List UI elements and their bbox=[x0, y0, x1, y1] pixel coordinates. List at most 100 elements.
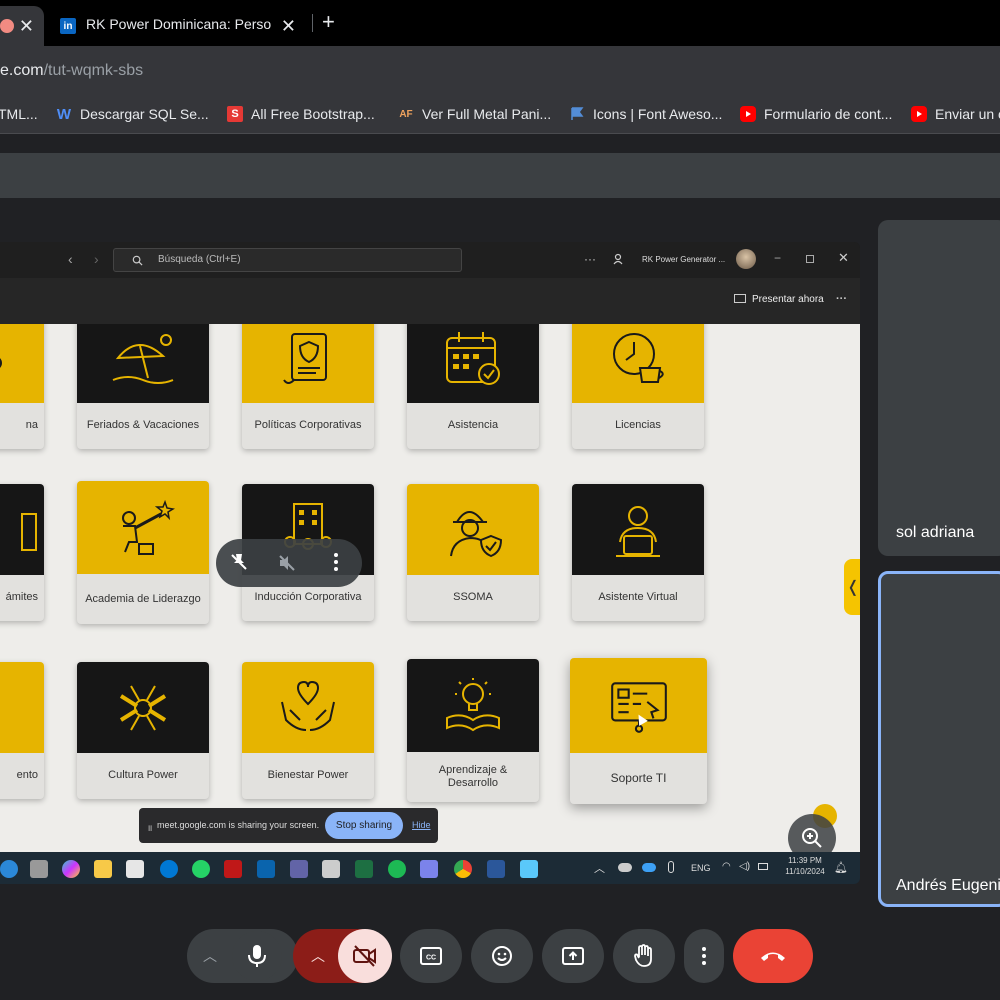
card-politicas[interactable]: Políticas Corporativas bbox=[242, 324, 374, 449]
card-aprendizaje[interactable]: Aprendizaje & Desarrollo bbox=[407, 659, 539, 802]
card-label: ento bbox=[16, 769, 38, 781]
participant-name: sol adriana bbox=[896, 524, 975, 541]
taskbar-app-icon[interactable] bbox=[160, 860, 178, 878]
svg-text:CC: CC bbox=[426, 955, 436, 962]
bookmark-formulario[interactable]: Formulario de cont... bbox=[740, 106, 892, 122]
teams-icon[interactable] bbox=[290, 860, 308, 878]
captions-button[interactable]: CC bbox=[400, 929, 462, 983]
more-vert-icon[interactable] bbox=[334, 552, 338, 572]
account-name[interactable]: RK Power Generator ... bbox=[642, 255, 725, 264]
card-label: Licencias bbox=[615, 419, 661, 431]
card-cultura[interactable]: Cultura Power bbox=[77, 662, 209, 799]
participant-tile-andres[interactable]: Andrés Eugeni bbox=[878, 571, 1000, 907]
people-icon[interactable] bbox=[612, 252, 626, 271]
zoom-in-icon bbox=[802, 828, 822, 848]
bookmark-enviar[interactable]: Enviar un c bbox=[911, 106, 1000, 122]
raise-hand-button[interactable] bbox=[613, 929, 675, 983]
outlook-icon[interactable] bbox=[257, 860, 275, 878]
hide-link[interactable]: Hide bbox=[412, 820, 431, 830]
audio-options-button[interactable]: ︿ bbox=[203, 946, 217, 966]
taskbar-app-icon[interactable] bbox=[322, 860, 340, 878]
copilot-icon[interactable] bbox=[62, 860, 80, 878]
more-icon[interactable]: ··· bbox=[836, 293, 847, 305]
back-arrow-icon[interactable]: ‹ bbox=[68, 251, 73, 267]
meet-top-strip bbox=[0, 153, 1000, 198]
bookmark-bootstrap[interactable]: S All Free Bootstrap... bbox=[227, 106, 375, 122]
reactions-button[interactable] bbox=[471, 929, 533, 983]
more-options-button[interactable] bbox=[684, 929, 724, 983]
card-bienestar[interactable]: Bienestar Power bbox=[242, 662, 374, 799]
end-call-button[interactable] bbox=[733, 929, 813, 983]
portal-content: na Feriados & Vacaciones Políticas Corpo… bbox=[0, 324, 860, 852]
bookmark-label: Icons | Font Aweso... bbox=[593, 106, 723, 122]
card-partial-row2[interactable]: ámites bbox=[0, 484, 44, 621]
raise-hand-icon bbox=[634, 944, 652, 967]
bookmark-fontawesome[interactable]: Icons | Font Aweso... bbox=[569, 106, 722, 122]
onedrive-icon[interactable] bbox=[642, 863, 656, 872]
folder-icon[interactable] bbox=[94, 860, 112, 878]
excel-icon[interactable] bbox=[355, 860, 373, 878]
taskbar-app-icon[interactable] bbox=[0, 860, 18, 878]
taskbar-app-icon[interactable] bbox=[30, 860, 48, 878]
minimize-icon[interactable]: − bbox=[774, 251, 781, 265]
card-ssoma[interactable]: SSOMA bbox=[407, 484, 539, 621]
generic-icon bbox=[21, 513, 37, 551]
recording-icon bbox=[0, 19, 14, 33]
store-icon[interactable] bbox=[126, 860, 144, 878]
card-academia[interactable]: Academia de Liderazgo bbox=[77, 481, 209, 624]
card-asistencia[interactable]: Asistencia bbox=[407, 324, 539, 449]
bookmark-html[interactable]: TML... bbox=[0, 106, 38, 122]
microphone-icon bbox=[248, 945, 266, 967]
tab-linkedin[interactable]: in RK Power Dominicana: Persor ✕ bbox=[50, 6, 308, 46]
mcafee-icon[interactable] bbox=[224, 860, 242, 878]
taskbar-clock[interactable]: 11:39 PM 11/10/2024 bbox=[780, 856, 830, 876]
avatar[interactable] bbox=[736, 249, 756, 269]
new-tab-button[interactable]: + bbox=[322, 9, 335, 35]
microphone-icon[interactable] bbox=[668, 861, 674, 873]
mic-button[interactable] bbox=[232, 931, 282, 981]
whatsapp-icon[interactable] bbox=[192, 860, 210, 878]
camera-toggle-button[interactable] bbox=[338, 929, 392, 983]
teams-search-box[interactable]: Búsqueda (Ctrl+E) bbox=[113, 248, 462, 272]
chevron-up-icon[interactable]: ︿ bbox=[594, 860, 605, 876]
card-partial-row1[interactable]: na bbox=[0, 324, 44, 449]
bookmark-fullmetal[interactable]: AF Ver Full Metal Pani... bbox=[398, 106, 551, 122]
card-feriados[interactable]: Feriados & Vacaciones bbox=[77, 324, 209, 449]
card-licencias[interactable]: Licencias bbox=[572, 324, 704, 449]
volume-icon[interactable]: ◁) bbox=[739, 861, 750, 872]
shared-screen: ‹ › Búsqueda (Ctrl+E) ··· RK Power Gener… bbox=[0, 242, 860, 884]
word-icon[interactable] bbox=[487, 860, 505, 878]
mic-group: ︿ bbox=[187, 929, 298, 983]
card-image bbox=[77, 481, 209, 574]
address-bar[interactable]: e.com/tut-wqmk-sbs bbox=[0, 46, 1000, 98]
tab-meet[interactable]: ✕ bbox=[0, 6, 44, 46]
url-text[interactable]: e.com/tut-wqmk-sbs bbox=[0, 62, 143, 80]
participant-tile-sol[interactable]: sol adriana bbox=[878, 220, 1000, 556]
battery-icon[interactable] bbox=[758, 863, 768, 870]
stop-sharing-button[interactable]: Stop sharing bbox=[325, 812, 403, 839]
mute-icon[interactable] bbox=[277, 553, 297, 578]
language-indicator[interactable]: ENG bbox=[691, 863, 711, 873]
card-partial-row3[interactable]: ento bbox=[0, 662, 44, 799]
restore-icon[interactable] bbox=[806, 255, 814, 263]
close-icon[interactable]: ✕ bbox=[838, 250, 849, 266]
close-icon[interactable]: ✕ bbox=[19, 16, 34, 37]
side-panel-handle[interactable]: ❬ bbox=[844, 559, 860, 615]
more-icon[interactable]: ··· bbox=[584, 252, 596, 266]
spotify-icon[interactable] bbox=[388, 860, 406, 878]
card-soporte[interactable]: Soporte TI bbox=[570, 658, 707, 804]
unpin-icon[interactable] bbox=[229, 552, 249, 577]
present-now-button[interactable]: Presentar ahora bbox=[752, 294, 824, 305]
bookmark-sql[interactable]: W Descargar SQL Se... bbox=[56, 106, 209, 123]
cloud-icon[interactable] bbox=[618, 863, 632, 872]
present-button[interactable] bbox=[542, 929, 604, 983]
notification-bell-icon[interactable]: 🔔︎ bbox=[834, 861, 848, 874]
teams-icon[interactable] bbox=[420, 860, 438, 878]
wifi-icon[interactable]: ◠ bbox=[722, 861, 731, 872]
notepad-icon[interactable] bbox=[520, 860, 538, 878]
card-asistente-virtual[interactable]: Asistente Virtual bbox=[572, 484, 704, 621]
forward-arrow-icon[interactable]: › bbox=[94, 251, 99, 267]
close-icon[interactable]: ✕ bbox=[281, 16, 296, 37]
chrome-icon[interactable] bbox=[454, 860, 472, 878]
video-options-button[interactable]: ︿ bbox=[311, 946, 325, 966]
